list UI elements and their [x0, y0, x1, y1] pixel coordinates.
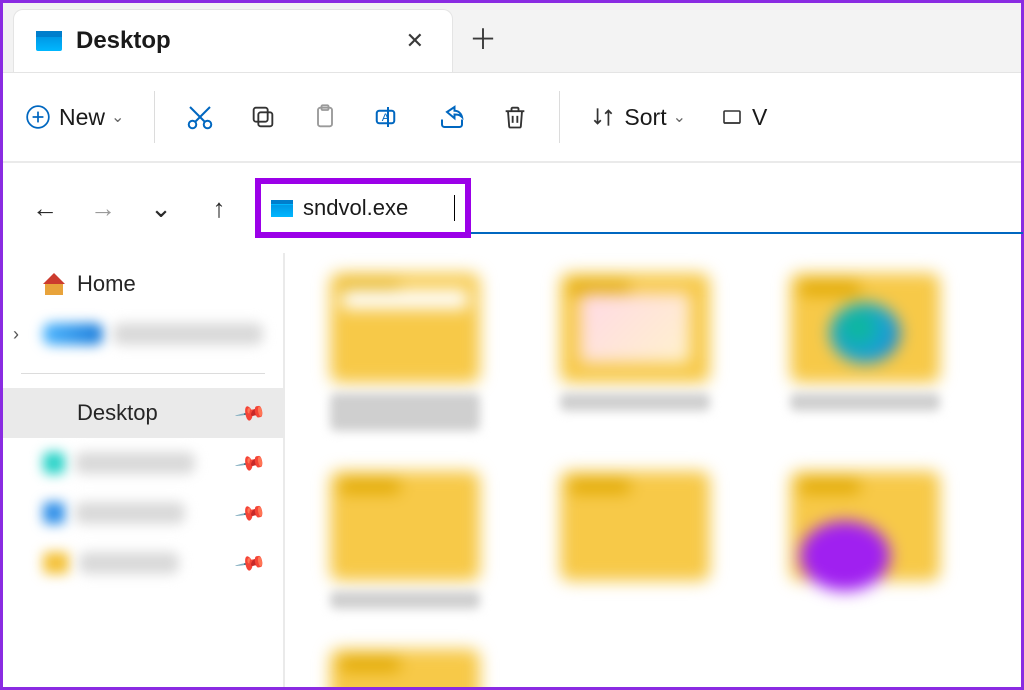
- blurred-label: [79, 552, 179, 574]
- rename-button[interactable]: A: [359, 89, 417, 145]
- divider: [21, 373, 265, 374]
- blurred-label: [75, 452, 195, 474]
- sidebar-item-blurred[interactable]: ›: [3, 309, 283, 359]
- plus-circle-icon: [25, 104, 51, 130]
- sidebar-item-label: Desktop: [77, 400, 158, 426]
- svg-text:A: A: [382, 112, 390, 124]
- blurred-label: [330, 393, 480, 431]
- sidebar-item-desktop[interactable]: Desktop 📌: [3, 388, 283, 438]
- address-bar[interactable]: [263, 184, 463, 232]
- share-icon: [437, 102, 467, 132]
- chevron-down-icon: ⌄: [673, 107, 686, 127]
- blurred-icon: [43, 502, 65, 524]
- clipboard-icon: [311, 103, 339, 131]
- trash-icon: [501, 103, 529, 131]
- file-item[interactable]: [545, 273, 725, 431]
- desktop-icon: [36, 31, 62, 51]
- file-item[interactable]: [315, 471, 495, 609]
- sidebar-item-blurred[interactable]: 📌: [3, 488, 283, 538]
- toolbar: New ⌄ A Sort ⌄ V: [3, 73, 1021, 163]
- tab-desktop[interactable]: Desktop ✕: [13, 9, 453, 72]
- sidebar-item-label: Home: [77, 271, 136, 297]
- sidebar-item-home[interactable]: Home: [3, 259, 283, 309]
- folder-icon: [790, 471, 940, 581]
- folder-icon: [790, 273, 940, 383]
- text-caret: [454, 195, 455, 221]
- pin-icon[interactable]: 📌: [233, 446, 268, 481]
- file-item[interactable]: [545, 471, 725, 609]
- folder-icon: [330, 649, 480, 687]
- forward-button[interactable]: →: [79, 184, 127, 232]
- chevron-down-icon: ⌄: [111, 107, 124, 127]
- rename-icon: A: [373, 102, 403, 132]
- chevron-right-icon[interactable]: ›: [13, 324, 19, 345]
- file-item[interactable]: [315, 273, 495, 431]
- blurred-label: [75, 502, 185, 524]
- blurred-label: [113, 323, 263, 345]
- view-button[interactable]: V: [706, 89, 787, 145]
- scissors-icon: [185, 102, 215, 132]
- address-input[interactable]: [303, 195, 591, 221]
- tab-bar: Desktop ✕ ＋: [3, 3, 1021, 73]
- address-bar-row: ← → ⌄ ↑: [3, 163, 1021, 253]
- sort-button[interactable]: Sort ⌄: [576, 89, 700, 145]
- home-icon: [43, 273, 65, 295]
- blurred-icon: [43, 323, 103, 345]
- view-icon: [720, 105, 744, 129]
- share-button[interactable]: [423, 89, 481, 145]
- tab-title: Desktop: [76, 27, 171, 55]
- sidebar-item-blurred[interactable]: 📌: [3, 438, 283, 488]
- new-tab-button[interactable]: ＋: [453, 3, 513, 72]
- sort-icon: [590, 104, 616, 130]
- up-button[interactable]: ↑: [195, 184, 243, 232]
- cut-button[interactable]: [171, 89, 229, 145]
- blurred-label: [560, 393, 710, 411]
- navigation-pane: Home › Desktop 📌 📌 📌 📌: [3, 253, 285, 687]
- delete-button[interactable]: [487, 89, 543, 145]
- blurred-icon: [43, 452, 65, 474]
- close-icon[interactable]: ✕: [406, 30, 424, 52]
- blurred-label: [330, 591, 480, 609]
- folder-icon: [330, 471, 480, 581]
- divider: [559, 91, 560, 143]
- back-button[interactable]: ←: [21, 184, 69, 232]
- blurred-label: [790, 393, 940, 411]
- recent-button[interactable]: ⌄: [137, 184, 185, 232]
- address-focus-underline: [263, 232, 1023, 234]
- folder-icon: [560, 471, 710, 581]
- file-list: [285, 253, 1021, 687]
- folder-icon: [560, 273, 710, 383]
- new-label: New: [59, 104, 105, 131]
- pin-icon[interactable]: 📌: [233, 546, 268, 581]
- folder-icon: [330, 273, 480, 383]
- divider: [154, 91, 155, 143]
- desktop-icon: [43, 405, 65, 422]
- view-label: V: [752, 104, 767, 131]
- pin-icon[interactable]: 📌: [233, 396, 268, 431]
- paste-button[interactable]: [297, 89, 353, 145]
- sort-label: Sort: [624, 104, 666, 131]
- pin-icon[interactable]: 📌: [233, 496, 268, 531]
- file-item[interactable]: [775, 471, 955, 609]
- desktop-icon: [271, 200, 293, 217]
- copy-icon: [249, 103, 277, 131]
- file-item[interactable]: [315, 649, 495, 687]
- new-button[interactable]: New ⌄: [11, 89, 138, 145]
- sidebar-item-blurred[interactable]: 📌: [3, 538, 283, 588]
- file-item[interactable]: [775, 273, 955, 431]
- blurred-icon: [43, 552, 69, 574]
- copy-button[interactable]: [235, 89, 291, 145]
